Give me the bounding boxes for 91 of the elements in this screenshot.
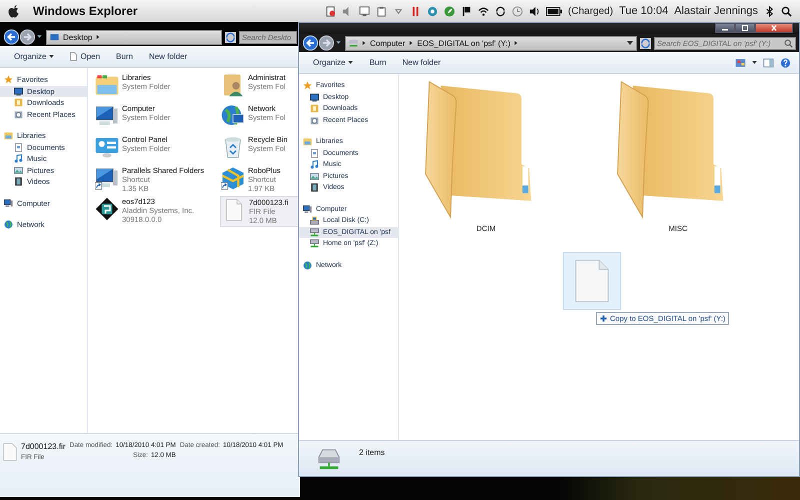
maximize-icon xyxy=(740,25,750,31)
chevron-icon xyxy=(362,40,366,46)
monitor-icon xyxy=(50,32,59,42)
computer-shortcut-icon xyxy=(95,166,119,190)
volume-icon[interactable] xyxy=(529,6,540,16)
organize-menu-button[interactable]: Organize xyxy=(307,56,360,69)
film-icon xyxy=(310,183,319,192)
preview-pane-icon[interactable] xyxy=(763,58,774,68)
flag-icon[interactable] xyxy=(461,6,472,16)
library-icon xyxy=(4,131,13,140)
toolbar-button[interactable]: Burn xyxy=(110,50,139,63)
music-note-icon xyxy=(14,154,23,164)
box-shortcut-icon xyxy=(221,166,245,190)
clipboard-icon[interactable] xyxy=(376,6,388,16)
plus-icon xyxy=(600,315,607,322)
caret-icon[interactable] xyxy=(752,61,757,64)
document-icon[interactable] xyxy=(325,6,336,16)
toolbar-button[interactable]: Burn xyxy=(363,56,392,69)
file-icon xyxy=(3,442,17,462)
view-options-icon[interactable] xyxy=(735,58,746,68)
caret-icon[interactable] xyxy=(627,41,633,45)
battery-icon[interactable] xyxy=(546,6,562,16)
app-icon xyxy=(95,197,119,221)
folder-icon xyxy=(310,104,319,114)
monitor-icon[interactable] xyxy=(359,6,370,16)
user-name[interactable]: Alastair Jennings xyxy=(674,5,758,17)
organize-menu-button[interactable]: Organize xyxy=(8,50,60,63)
document-icon xyxy=(70,52,78,61)
document-icon xyxy=(14,142,23,152)
globe-icon xyxy=(221,104,245,128)
chevron-icon xyxy=(514,40,518,46)
close-icon xyxy=(769,25,779,31)
pause-icon[interactable] xyxy=(410,6,422,16)
caret-icon xyxy=(348,61,354,64)
close-button[interactable] xyxy=(755,23,793,33)
file-icon xyxy=(574,258,610,304)
globe-icon xyxy=(4,220,13,230)
file-name: 7d000123.fir xyxy=(21,442,66,451)
sync-icon[interactable] xyxy=(495,6,506,16)
toolbar-button[interactable]: New folder xyxy=(142,50,194,63)
address-bar[interactable]: Desktop xyxy=(46,30,222,44)
help-icon[interactable] xyxy=(780,58,791,68)
network-drive-icon xyxy=(317,448,341,470)
minimize-button[interactable] xyxy=(715,23,735,33)
folder-icon xyxy=(14,98,23,108)
search-icon xyxy=(784,38,793,48)
clock-icon[interactable] xyxy=(512,6,524,16)
music-note-icon xyxy=(310,160,319,170)
back-forward-icon[interactable] xyxy=(3,29,43,45)
breadcrumb[interactable]: Desktop xyxy=(63,32,92,42)
app-name[interactable]: Windows Explorer xyxy=(33,4,138,18)
picture-icon xyxy=(14,166,23,175)
computer-icon xyxy=(4,198,13,208)
chevron-icon xyxy=(409,40,414,46)
star-icon xyxy=(303,81,312,90)
picture-icon xyxy=(310,172,319,181)
address-bar[interactable]: Computer EOS_DIGITAL on 'psf' (Y:) xyxy=(345,36,637,50)
film-icon xyxy=(14,177,23,186)
network-drive-icon xyxy=(310,239,319,248)
item-count: 2 items xyxy=(359,448,385,457)
document-icon xyxy=(310,148,319,158)
apple-icon[interactable] xyxy=(8,4,19,18)
computer-icon xyxy=(303,204,312,214)
refresh-icon[interactable] xyxy=(225,32,236,42)
chevron-icon xyxy=(96,34,100,40)
battery-status: (Charged) xyxy=(568,6,614,16)
toolbar-button[interactable]: Open xyxy=(64,50,106,63)
back-forward-icon[interactable] xyxy=(302,35,342,51)
user-folder-icon xyxy=(221,73,245,97)
search-icon[interactable] xyxy=(781,6,792,16)
globe-icon xyxy=(303,260,312,270)
toolbar-button[interactable]: New folder xyxy=(396,56,447,69)
library-icon xyxy=(95,73,119,97)
bluetooth-icon[interactable] xyxy=(764,6,775,16)
breadcrumb[interactable]: Computer xyxy=(370,38,406,48)
monitor-icon xyxy=(14,86,23,96)
control-panel-icon xyxy=(95,135,119,159)
wifi-icon[interactable] xyxy=(478,6,490,16)
hard-drive-icon xyxy=(310,216,319,226)
monitor-icon xyxy=(310,92,319,102)
refresh-icon[interactable] xyxy=(640,38,651,48)
clock[interactable]: Tue 10:04 xyxy=(619,5,668,17)
library-icon xyxy=(303,137,312,146)
caret-icon xyxy=(49,55,54,58)
leaf-icon[interactable] xyxy=(444,6,456,16)
network-drive-icon xyxy=(349,38,358,48)
computer-icon xyxy=(95,104,119,128)
network-drive-icon xyxy=(310,228,319,237)
star-icon xyxy=(4,75,13,84)
maximize-button[interactable] xyxy=(735,23,755,33)
breadcrumb[interactable]: EOS_DIGITAL on 'psf' (Y:) xyxy=(417,38,510,48)
